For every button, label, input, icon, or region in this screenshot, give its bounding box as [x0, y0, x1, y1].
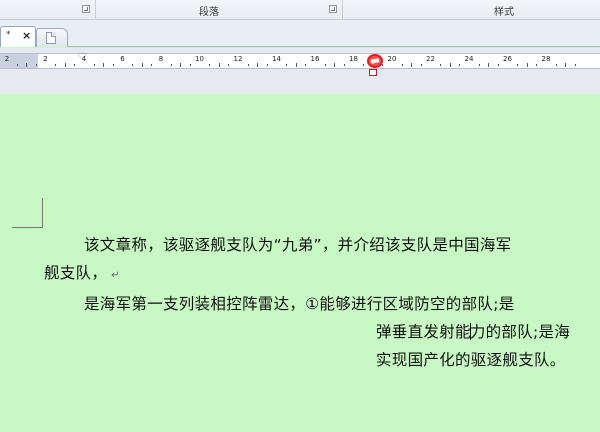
ruler-tick: [526, 63, 528, 67]
ruler-tick: [151, 64, 153, 66]
ruler-tick: [132, 64, 134, 66]
tab-title: *: [6, 30, 11, 40]
ruler-tick: [324, 64, 326, 66]
ribbon-group-font: [0, 0, 96, 20]
margin-corner-mark: [12, 227, 43, 228]
text-line-4-part-a: 弹垂直发射能: [376, 323, 471, 341]
ruler-tick: [295, 63, 297, 67]
text-line-1[interactable]: 该文章称，该驱逐舰支队为“九弟”，并介绍该支队是中国海军: [84, 233, 511, 255]
ruler-number: 20: [387, 55, 397, 63]
word-editor-window: 段落 样式 * × 2 2 4 6 8 10 12 14 16 18 20 22 24 26 28 该文章称…: [0, 0, 600, 432]
ruler-tick: [343, 64, 345, 66]
text-line-4[interactable]: 弹垂直发射能力的部队;是海: [376, 320, 570, 342]
text-line-5[interactable]: 实现国产化的驱逐舰支队。: [376, 348, 566, 370]
ruler-tick: [440, 64, 442, 66]
ruler-tick: [459, 64, 461, 66]
text-line-4-part-b: 力的部队;是海: [469, 323, 571, 341]
horizontal-ruler[interactable]: 2 2 4 6 8 10 12 14 16 18 20 22 24 26 28: [0, 53, 600, 69]
ruler-tick: [286, 64, 288, 66]
ruler-tick: [93, 64, 95, 66]
paragraph-dialog-launcher-icon[interactable]: [329, 5, 337, 13]
ruler-tick: [141, 63, 143, 67]
ruler-tick: [536, 64, 538, 66]
ruler-tick: [517, 64, 519, 66]
ruler-tick: [420, 64, 422, 66]
ruler-number: 2: [4, 55, 10, 63]
ruler-tick: [170, 64, 172, 66]
document-tab-bar: * ×: [0, 20, 600, 47]
ruler-tick: [401, 64, 403, 66]
ribbon-group-bar: 段落 样式: [0, 0, 600, 20]
ruler-number: 16: [310, 55, 320, 63]
new-tab-button[interactable]: [36, 28, 68, 47]
ruler-tick: [209, 64, 211, 66]
ruler-tick: [55, 64, 57, 66]
ruler-tick: [382, 64, 384, 66]
ruler-number: 12: [233, 55, 243, 63]
ruler-number: 2: [43, 55, 48, 63]
ruler-tick: [180, 63, 182, 67]
ruler-number: 14: [272, 55, 281, 63]
ruler-number: 8: [158, 55, 164, 63]
ruler-tick: [449, 63, 451, 67]
ruler-number: 24: [464, 55, 474, 63]
ruler-tick: [565, 63, 567, 67]
ruler-tick: [334, 63, 336, 67]
ruler-tick: [16, 64, 18, 66]
ruler-tick: [497, 64, 499, 66]
highlight-marker-icon: [367, 54, 383, 68]
ruler-number: 26: [503, 55, 512, 63]
ruler-tick: [103, 63, 105, 67]
ribbon-group-styles-label: 样式: [494, 7, 514, 18]
ruler-tick: [64, 63, 66, 67]
ruler-number: 18: [349, 55, 358, 63]
ruler-tick: [228, 64, 230, 66]
ruler-tick: [26, 63, 28, 67]
ruler-number: 10: [195, 55, 204, 63]
ruler-tick: [488, 63, 490, 67]
font-dialog-launcher-icon[interactable]: [82, 5, 90, 13]
ruler-tick: [478, 64, 480, 66]
ruler-area: 2 2 4 6 8 10 12 14 16 18 20 22 24 26 28: [0, 48, 600, 94]
ruler-tick: [218, 63, 220, 67]
margin-corner-mark: [42, 198, 43, 228]
ruler-tick: [74, 64, 76, 66]
ruler-tick: [266, 64, 268, 66]
ruler-tick: [189, 64, 191, 66]
ruler-number: 28: [541, 55, 551, 63]
text-line-3[interactable]: 是海军第一支列装相控阵雷达，①能够进行区域防空的部队;是: [84, 292, 515, 314]
ruler-tick: [363, 64, 365, 66]
ruler-number: 6: [120, 55, 125, 63]
ruler-number: 22: [426, 55, 435, 63]
new-document-icon: [46, 32, 56, 44]
text-line-2[interactable]: 舰支队， ↵: [44, 261, 120, 283]
ruler-number: 4: [81, 55, 87, 63]
ruler-tick: [574, 64, 576, 66]
paragraph-mark-icon: ↵: [111, 270, 120, 281]
ribbon-group-styles: 样式: [343, 0, 600, 20]
tab-stop-marker[interactable]: [369, 69, 377, 76]
text-line-2-content: 舰支队，: [44, 264, 108, 282]
ruler-tick: [555, 64, 557, 66]
ruler-tick: [305, 64, 307, 66]
close-tab-icon[interactable]: ×: [22, 29, 31, 42]
ruler-tick: [247, 64, 249, 66]
document-tab-active[interactable]: * ×: [0, 26, 36, 47]
ruler-tick: [411, 63, 413, 67]
ruler-tick: [112, 64, 114, 66]
ruler-tick: [257, 63, 259, 67]
ribbon-group-paragraph-label: 段落: [199, 7, 219, 18]
ribbon-group-paragraph: 段落: [96, 0, 343, 20]
ruler-tick: [35, 64, 37, 66]
